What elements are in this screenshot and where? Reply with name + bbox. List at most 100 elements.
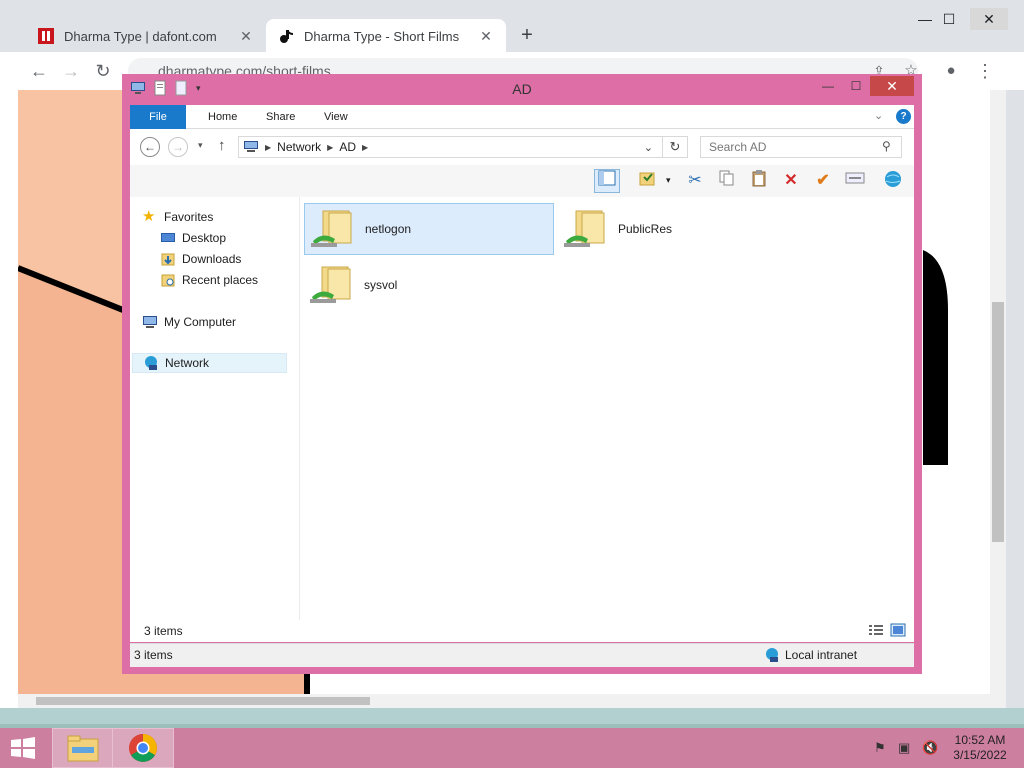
- cut-icon[interactable]: ✂: [682, 169, 708, 193]
- chevron-right-icon: ▶: [327, 142, 334, 152]
- zone-label: Local intranet: [785, 648, 858, 662]
- chevron-right-icon: ▶: [362, 142, 369, 152]
- computer-icon: [143, 316, 157, 328]
- nav-downloads[interactable]: Downloads: [160, 249, 241, 269]
- up-icon[interactable]: ↑: [218, 137, 226, 154]
- dafont-icon: [38, 28, 54, 44]
- breadcrumb-network[interactable]: Network: [277, 140, 321, 154]
- scroll-thumb[interactable]: [992, 302, 1004, 542]
- nav-desktop[interactable]: Desktop: [160, 228, 226, 248]
- nav-label: Network: [165, 356, 210, 370]
- nav-recent-places[interactable]: Recent places: [160, 270, 258, 290]
- nav-network[interactable]: Network: [132, 353, 287, 373]
- tab-home[interactable]: Home: [194, 105, 251, 129]
- properties-icon[interactable]: [842, 169, 868, 193]
- taskbar-chrome[interactable]: [112, 728, 174, 768]
- footer-item-count: 3 items: [134, 648, 173, 662]
- minimize-icon[interactable]: —: [814, 76, 842, 96]
- desktop-icon: [161, 233, 175, 242]
- tab-share[interactable]: Share: [252, 105, 309, 129]
- windows-start-icon[interactable]: [8, 736, 38, 760]
- address-dropdown-icon[interactable]: ⌄: [644, 141, 653, 154]
- explorer-window: ▾ AD — ☐ ✕ File Home Share View ⌄ ? ← → …: [122, 74, 922, 674]
- address-toolbar: ← → ▾ ↑ ▶ Network ▶ AD ▶ ⌄ ↻ Search AD ⚲: [130, 129, 914, 165]
- profile-icon[interactable]: ●: [940, 60, 962, 82]
- tab-short-films[interactable]: Dharma Type - Short Films ✕: [266, 19, 506, 53]
- taskbar-file-explorer[interactable]: [52, 728, 114, 768]
- ribbon-expand-icon[interactable]: ⌄: [874, 109, 883, 122]
- footer-status-bar: 3 items Local intranet: [130, 643, 914, 667]
- action-center-icon[interactable]: ⚑: [874, 740, 886, 756]
- nav-favorites[interactable]: ★ Favorites: [142, 207, 213, 227]
- folder-netlogon[interactable]: netlogon: [304, 203, 554, 255]
- reload-icon[interactable]: ↻: [92, 60, 114, 82]
- explorer-titlebar[interactable]: ▾ AD — ☐ ✕: [122, 74, 922, 104]
- back-icon[interactable]: ←: [140, 137, 160, 157]
- check-folder-icon[interactable]: [634, 169, 660, 193]
- close-icon[interactable]: ✕: [478, 28, 494, 45]
- shared-folder-icon: [310, 266, 351, 303]
- details-view-icon[interactable]: [868, 623, 884, 637]
- star-icon: ★: [142, 208, 156, 225]
- new-tab-button[interactable]: +: [516, 24, 538, 46]
- close-icon[interactable]: ✕: [238, 28, 254, 45]
- tab-file[interactable]: File: [130, 105, 186, 129]
- volume-muted-icon[interactable]: 🔇: [922, 740, 938, 756]
- tab-dafont[interactable]: Dharma Type | dafont.com ✕: [26, 19, 266, 53]
- scroll-thumb[interactable]: [36, 697, 370, 705]
- system-clock[interactable]: 10:52 AM 3/15/2022: [940, 733, 1020, 763]
- menu-icon[interactable]: ⋮: [974, 60, 996, 82]
- search-icon: ⚲: [882, 139, 891, 153]
- clock-time: 10:52 AM: [954, 733, 1006, 747]
- copy-icon[interactable]: [714, 169, 740, 193]
- preview-pane-icon[interactable]: [594, 169, 620, 193]
- nav-label: Desktop: [182, 231, 227, 245]
- network-icon: [145, 356, 157, 370]
- tab-view[interactable]: View: [310, 105, 362, 129]
- address-breadcrumb[interactable]: ▶ Network ▶ AD ▶ ⌄: [238, 136, 688, 158]
- command-bar: ▾ ✂ ✕ ✔: [130, 165, 914, 197]
- nav-label: Favorites: [164, 210, 214, 224]
- tab-title: Dharma Type - Short Films: [304, 28, 460, 44]
- rename-icon[interactable]: ✔: [810, 169, 836, 193]
- file-list: netlogon PublicRes sysvol: [300, 197, 914, 620]
- downloads-icon: [161, 253, 175, 266]
- nav-my-computer[interactable]: My Computer: [142, 312, 236, 332]
- recent-locations-icon[interactable]: ▾: [198, 140, 203, 151]
- security-zone: Local intranet: [764, 644, 857, 666]
- status-bar: 3 items: [130, 620, 914, 642]
- nav-label: Recent places: [182, 273, 259, 287]
- item-count: 3 items: [144, 624, 183, 638]
- folder-publicres[interactable]: PublicRes: [558, 203, 808, 255]
- folder-name: netlogon: [365, 222, 412, 236]
- dropdown-icon[interactable]: ▾: [666, 175, 671, 186]
- forward-icon[interactable]: →: [60, 60, 82, 82]
- clock-date: 3/15/2022: [953, 748, 1007, 762]
- breadcrumb-ad[interactable]: AD: [339, 140, 356, 154]
- refresh-icon[interactable]: ↻: [662, 136, 688, 158]
- tiktok-style-icon: [280, 30, 293, 43]
- shared-folder-icon: [311, 210, 352, 247]
- folder-sysvol[interactable]: sysvol: [304, 259, 554, 311]
- delete-icon[interactable]: ✕: [778, 169, 804, 193]
- help-icon[interactable]: ?: [896, 109, 911, 124]
- close-icon[interactable]: ✕: [870, 76, 914, 96]
- file-explorer-icon: [67, 735, 99, 762]
- back-icon[interactable]: ←: [28, 60, 50, 82]
- search-input[interactable]: Search AD: [700, 136, 902, 158]
- vertical-scrollbar[interactable]: [990, 90, 1006, 694]
- network-globe-icon[interactable]: [880, 169, 906, 193]
- forward-icon[interactable]: →: [168, 137, 188, 157]
- horizontal-scrollbar[interactable]: [18, 694, 1006, 708]
- maximize-icon[interactable]: ☐: [934, 8, 964, 30]
- network-tray-icon[interactable]: ▣: [898, 740, 910, 756]
- maximize-icon[interactable]: ☐: [842, 76, 870, 96]
- window-title: AD: [512, 81, 532, 97]
- paste-icon[interactable]: [746, 169, 772, 193]
- large-icons-view-icon[interactable]: [890, 623, 906, 637]
- nav-label: My Computer: [164, 315, 237, 329]
- intranet-icon: [766, 648, 778, 662]
- close-window-icon[interactable]: ✕: [970, 8, 1008, 30]
- nav-items: ★ Favorites Desktop Downloads Recent pla…: [130, 197, 300, 620]
- ribbon-tabs: File Home Share View ⌄ ?: [130, 105, 914, 129]
